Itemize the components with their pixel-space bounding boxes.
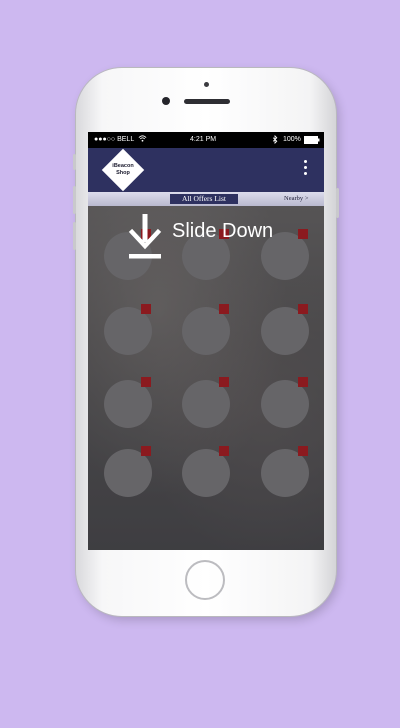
phone-screen: ●●●○○ BELL 4:21 PM 100% iBeacon Shop All… (88, 132, 324, 550)
offer-badge (141, 446, 151, 456)
battery-icon (304, 136, 320, 146)
status-bar: ●●●○○ BELL 4:21 PM 100% (88, 132, 324, 148)
offer-item[interactable] (182, 377, 230, 428)
offer-badge (219, 446, 229, 456)
logo-text: iBeacon Shop (100, 163, 146, 177)
offer-circle (261, 449, 309, 497)
battery-percent: 100% (283, 136, 301, 143)
offer-item[interactable] (261, 377, 309, 428)
carrier-label: ●●●○○ BELL (94, 136, 135, 143)
bluetooth-icon (272, 134, 278, 146)
sensor-dot (204, 82, 209, 87)
offer-badge (298, 229, 308, 239)
offer-badge (141, 377, 151, 387)
logo-line-1: iBeacon (112, 163, 134, 169)
download-arrow-icon (128, 214, 162, 260)
wifi-icon (138, 134, 147, 145)
offer-circle (261, 307, 309, 355)
offer-badge (141, 304, 151, 314)
vertical-dots-icon[interactable] (301, 158, 309, 182)
offer-badge (298, 304, 308, 314)
mute-switch (73, 154, 76, 170)
tab-all-offers[interactable]: All Offers List (170, 194, 238, 204)
offer-item[interactable] (104, 377, 152, 428)
power-button (336, 188, 339, 218)
offer-item[interactable] (182, 446, 230, 497)
offer-item[interactable] (104, 304, 152, 355)
offer-badge (219, 377, 229, 387)
home-button[interactable] (185, 560, 225, 600)
offer-circle (182, 380, 230, 428)
offer-item[interactable] (261, 304, 309, 355)
front-camera (162, 97, 170, 105)
app-header: iBeacon Shop (88, 148, 324, 192)
slide-down-hint: Slide Down (172, 220, 274, 242)
earpiece-speaker (184, 99, 230, 104)
offer-badge (298, 446, 308, 456)
offer-circle (182, 307, 230, 355)
offer-circle (182, 449, 230, 497)
offers-grid-area: Slide Down (88, 206, 324, 550)
volume-down-button (73, 222, 76, 250)
offer-badge (219, 304, 229, 314)
offer-circle (104, 449, 152, 497)
offer-item[interactable] (182, 304, 230, 355)
clock-time: 4:21 PM (190, 136, 217, 143)
tab-nearby[interactable]: Nearby > (284, 194, 308, 204)
offer-circle (104, 380, 152, 428)
logo-line-2: Shop (116, 170, 130, 176)
offer-badge (298, 377, 308, 387)
offer-item[interactable] (261, 446, 309, 497)
offer-item[interactable] (104, 446, 152, 497)
volume-up-button (73, 186, 76, 214)
offers-tab-bar: All Offers List Nearby > (88, 192, 324, 206)
offer-circle (104, 307, 152, 355)
offer-circle (261, 380, 309, 428)
